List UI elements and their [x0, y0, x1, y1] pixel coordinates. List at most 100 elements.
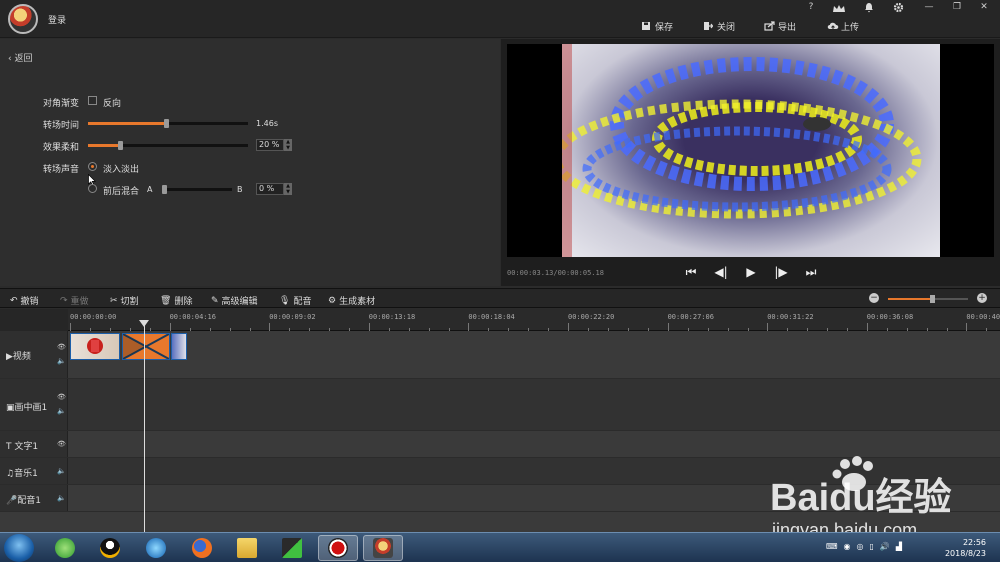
eye-icon[interactable]: 👁: [57, 440, 66, 448]
cut-button[interactable]: ✂ 切割: [110, 294, 139, 308]
export-button[interactable]: 导出: [764, 18, 796, 34]
taskbar-app-recorder[interactable]: [318, 535, 358, 561]
timeline-tracks: ▶视频 👁 🔈 ▣画中画1 👁 🔈 T 文字1 👁 ♫音乐1 🔈 🎤配音1 🔈: [0, 331, 1000, 532]
video-clip-2[interactable]: [171, 333, 187, 360]
speaker-icon[interactable]: 🔈: [57, 357, 66, 365]
preview-screen[interactable]: [507, 44, 994, 257]
browser-icon: [55, 538, 75, 558]
softness-slider[interactable]: [88, 141, 248, 150]
taskbar-app-editor[interactable]: [363, 535, 403, 561]
softness-spinner[interactable]: ▲ ▼: [284, 139, 292, 151]
back-button[interactable]: ‹ 返回: [8, 51, 33, 64]
minimize-button[interactable]: —: [920, 2, 938, 16]
undo-button[interactable]: ↶ 撤销: [10, 294, 39, 308]
media-player-icon: [146, 538, 166, 558]
playhead-line[interactable]: [144, 320, 145, 532]
advanced-edit-button[interactable]: ✎ 高级编辑: [211, 294, 258, 308]
tray-clock[interactable]: 22:56 2018/8/23: [945, 537, 986, 559]
ruler-tick-label: 00:00:09:02: [269, 313, 316, 321]
generate-button[interactable]: ⚙ 生成素材: [328, 294, 375, 308]
help-button[interactable]: ?: [802, 2, 820, 16]
keyboard-icon[interactable]: ⌨: [826, 542, 838, 551]
softness-slider-handle[interactable]: [118, 141, 123, 150]
playhead-handle[interactable]: [139, 320, 149, 327]
eye-icon[interactable]: 👁: [57, 393, 66, 401]
reverse-label: 反向: [103, 99, 122, 109]
taskbar-app-qq[interactable]: [90, 535, 130, 561]
playback-controls: ⏮ ◀| ▶ |▶ ⏭: [683, 265, 819, 280]
softness-input[interactable]: 20 %: [256, 139, 284, 151]
save-button[interactable]: 保存: [641, 18, 673, 34]
play-icon[interactable]: ▶: [743, 265, 759, 280]
network-icon[interactable]: ◉: [844, 542, 851, 551]
folder-icon: [237, 538, 257, 558]
mic-icon: 🎤: [6, 496, 18, 506]
duration-slider-handle[interactable]: [164, 119, 170, 128]
timecode: 00:00:03.13/00:00:05.18: [507, 269, 604, 277]
skip-end-icon[interactable]: ⏭: [803, 265, 819, 280]
wechat-icon[interactable]: ◎: [857, 542, 864, 551]
softness-slider-fill: [88, 144, 120, 147]
track-music[interactable]: ♫音乐1 🔈: [0, 458, 1000, 485]
delete-button[interactable]: 🗑 删除: [160, 294, 192, 308]
skip-start-icon[interactable]: ⏮: [683, 265, 699, 280]
taskbar-app-firefox[interactable]: [182, 535, 222, 561]
vip-icon[interactable]: [830, 4, 848, 18]
taskbar-app-explorer[interactable]: [227, 535, 267, 561]
reverse-checkbox[interactable]: [88, 96, 97, 105]
upload-button[interactable]: 上传: [827, 18, 859, 34]
speaker-icon[interactable]: 🔈: [57, 494, 66, 502]
gas-burner-image: [562, 44, 922, 257]
taskbar-app-other[interactable]: [272, 535, 312, 561]
track-text[interactable]: T 文字1 👁: [0, 431, 1000, 458]
zoom-in-button[interactable]: +: [977, 293, 987, 303]
ruler-tick: [468, 323, 470, 331]
zoom-out-button[interactable]: −: [869, 293, 879, 303]
mix-slider[interactable]: [162, 185, 232, 194]
bell-icon[interactable]: [860, 2, 878, 16]
speaker-icon[interactable]: 🔈: [57, 467, 66, 475]
duration-slider[interactable]: [88, 119, 248, 128]
gear-icon[interactable]: [889, 2, 907, 16]
redo-button[interactable]: ↷ 重做: [60, 294, 89, 308]
ruler-tick: [70, 323, 71, 331]
mix-input[interactable]: 0 %: [256, 183, 284, 195]
signal-icon[interactable]: ▟: [896, 542, 902, 551]
start-button[interactable]: [4, 534, 34, 562]
avatar[interactable]: [8, 4, 38, 34]
export-icon: [764, 21, 775, 31]
ruler-tick-label: 00:00:04:16: [169, 313, 216, 321]
mix-slider-handle[interactable]: [162, 185, 167, 194]
track-dub[interactable]: 🎤配音1 🔈: [0, 485, 1000, 512]
close-window-button[interactable]: ✕: [975, 2, 993, 16]
ruler-tick: [269, 323, 271, 331]
mix-spinner[interactable]: ▲ ▼: [284, 183, 292, 195]
timeline-ruler[interactable]: 00:00:00:00 00:00:04:16 00:00:09:02 00:00:1…: [0, 309, 1000, 331]
mix-radio[interactable]: [88, 184, 97, 193]
maximize-button[interactable]: ❐: [948, 2, 966, 16]
login-link[interactable]: 登录: [48, 13, 66, 26]
volume-icon[interactable]: 🔊: [880, 542, 890, 551]
speaker-icon[interactable]: 🔈: [57, 407, 66, 415]
track-video[interactable]: ▶视频 👁 🔈: [0, 331, 1000, 379]
video-clip-1[interactable]: [70, 333, 120, 360]
step-back-icon[interactable]: ◀|: [713, 265, 729, 280]
zoom-slider-handle[interactable]: [930, 295, 935, 303]
transition-clip[interactable]: [122, 333, 170, 360]
zoom-slider[interactable]: [888, 295, 968, 303]
eye-icon[interactable]: 👁: [57, 343, 66, 351]
track-header-pip: ▣画中画1 👁 🔈: [0, 379, 68, 430]
mix-a-label: A: [147, 185, 153, 194]
fade-label: 淡入淡出: [103, 165, 140, 175]
battery-icon[interactable]: ▯: [870, 542, 874, 551]
fade-radio[interactable]: [88, 162, 97, 171]
step-forward-icon[interactable]: |▶: [773, 265, 789, 280]
taskbar-app-browser[interactable]: [45, 535, 85, 561]
preview-frame-image: [562, 44, 940, 257]
taskbar-app-media[interactable]: [136, 535, 176, 561]
back-label: 返回: [14, 54, 33, 64]
track-pip[interactable]: ▣画中画1 👁 🔈: [0, 379, 1000, 431]
close-project-button[interactable]: 关闭: [703, 18, 735, 34]
ruler-tick: [767, 323, 769, 331]
dub-button[interactable]: 🎙 配音: [279, 294, 311, 308]
